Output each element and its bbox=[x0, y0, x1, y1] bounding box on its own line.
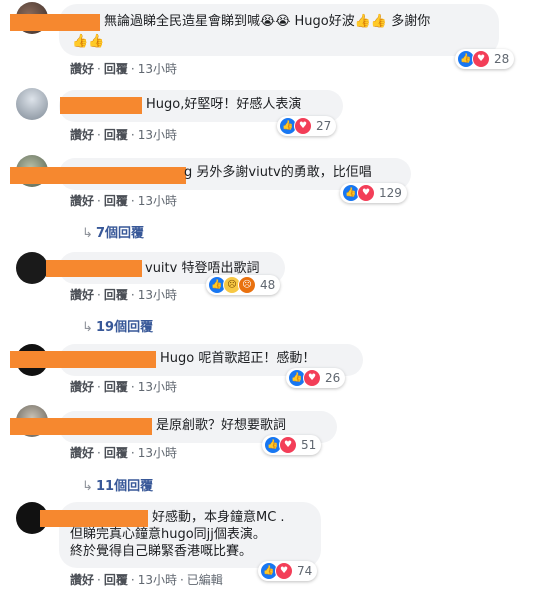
love-icon: ♥ bbox=[275, 562, 293, 580]
redacted-name bbox=[10, 14, 100, 31]
reaction-count: 51 bbox=[301, 438, 317, 452]
like-link[interactable]: 讚好 bbox=[70, 62, 94, 76]
comment-text: Hugo 呢首歌超正！感動！ bbox=[160, 351, 316, 366]
reaction-summary[interactable]: 👍 ♥ 28 bbox=[455, 49, 515, 69]
redacted-name bbox=[40, 510, 148, 527]
timestamp[interactable]: 13小時 bbox=[138, 288, 177, 302]
reaction-summary[interactable]: 👍 ♥ 26 bbox=[286, 368, 346, 388]
timestamp[interactable]: 13小時 bbox=[138, 380, 177, 394]
reaction-summary[interactable]: 👍 ♥ 27 bbox=[277, 116, 337, 136]
comment-actions: 讚好 · 回覆 · 13小時 bbox=[70, 446, 177, 460]
comment-text: 但睇完真心鐘意hugo同jj個表演。 bbox=[70, 527, 266, 542]
avatar[interactable] bbox=[16, 88, 48, 120]
reply-link[interactable]: 回覆 bbox=[104, 288, 128, 302]
like-link[interactable]: 讚好 bbox=[70, 194, 94, 208]
redacted-name bbox=[10, 351, 156, 368]
love-icon: ♥ bbox=[303, 369, 321, 387]
redacted-name bbox=[60, 97, 142, 114]
comment-actions: 讚好 · 回覆 · 13小時 bbox=[70, 128, 177, 142]
like-link[interactable]: 讚好 bbox=[70, 573, 94, 587]
timestamp[interactable]: 13小時 bbox=[138, 128, 177, 142]
comment-text: 好感動，本身鐘意MC . bbox=[152, 510, 285, 525]
reply-link[interactable]: 回覆 bbox=[104, 62, 128, 76]
reply-link[interactable]: 回覆 bbox=[104, 194, 128, 208]
timestamp[interactable]: 13小時 bbox=[138, 194, 177, 208]
like-link[interactable]: 讚好 bbox=[70, 446, 94, 460]
reply-link[interactable]: 回覆 bbox=[104, 380, 128, 394]
timestamp[interactable]: 13小時 bbox=[138, 62, 177, 76]
comment-actions: 讚好 · 回覆 · 13小時 bbox=[70, 380, 177, 394]
reply-link[interactable]: 回覆 bbox=[104, 446, 128, 460]
view-replies-link[interactable]: ↳ 7個回覆 bbox=[82, 222, 144, 241]
reaction-count: 129 bbox=[379, 186, 402, 200]
love-icon: ♥ bbox=[294, 117, 312, 135]
comment-actions: 讚好 · 回覆 · 13小時 bbox=[70, 288, 177, 302]
love-icon: ♥ bbox=[357, 184, 375, 202]
redacted-name bbox=[10, 418, 152, 435]
replies-count: 19個回覆 bbox=[96, 320, 154, 335]
like-link[interactable]: 讚好 bbox=[70, 288, 94, 302]
view-replies-link[interactable]: ↳ 11個回覆 bbox=[82, 475, 153, 494]
comment-actions: 讚好 · 回覆 · 13小時 bbox=[70, 194, 177, 208]
comment-actions: 讚好 · 回覆 · 13小時 bbox=[70, 62, 177, 76]
comment-text: g 另外多謝viutv的勇敢，比佢唱 bbox=[184, 165, 372, 180]
reply-link[interactable]: 回覆 bbox=[104, 128, 128, 142]
comment-text: 是原創歌？好想要歌詞 bbox=[156, 418, 287, 433]
comment-bubble bbox=[59, 4, 499, 56]
redacted-name bbox=[46, 260, 142, 277]
view-replies-link[interactable]: ↳ 19個回覆 bbox=[82, 316, 153, 335]
replies-count: 11個回覆 bbox=[96, 479, 154, 494]
comment-text: Hugo,好堅呀！好感人表演 bbox=[146, 97, 302, 112]
love-icon: ♥ bbox=[472, 50, 490, 68]
reaction-summary[interactable]: 👍 ♥ 129 bbox=[340, 183, 407, 203]
reaction-summary[interactable]: 👍 ☹ ☹ 48 bbox=[206, 275, 281, 295]
reply-link[interactable]: 回覆 bbox=[104, 573, 128, 587]
comment-text: 終於覺得自己睇緊香港嘅比賽。 bbox=[70, 544, 253, 559]
reaction-count: 48 bbox=[260, 278, 276, 292]
like-link[interactable]: 讚好 bbox=[70, 128, 94, 142]
reaction-count: 27 bbox=[316, 119, 332, 133]
love-icon: ♥ bbox=[279, 436, 297, 454]
edited-label[interactable]: 已編輯 bbox=[187, 573, 223, 587]
reaction-summary[interactable]: 👍 ♥ 74 bbox=[258, 561, 318, 581]
timestamp[interactable]: 13小時 bbox=[138, 573, 177, 587]
reaction-count: 28 bbox=[494, 52, 510, 66]
comment-text: 無論過睇全民造星會睇到喊😭😭 Hugo好波👍👍 多謝你 bbox=[104, 14, 431, 29]
avatar[interactable] bbox=[16, 252, 48, 284]
comment-actions: 讚好 · 回覆 · 13小時 · 已編輯 bbox=[70, 573, 223, 587]
replies-count: 7個回覆 bbox=[96, 226, 145, 241]
comment-text: 👍👍 bbox=[72, 34, 105, 49]
like-link[interactable]: 讚好 bbox=[70, 380, 94, 394]
timestamp[interactable]: 13小時 bbox=[138, 446, 177, 460]
reaction-count: 74 bbox=[297, 564, 313, 578]
redacted-name bbox=[10, 167, 186, 184]
reaction-summary[interactable]: 👍 ♥ 51 bbox=[262, 435, 322, 455]
reply-arrow-icon: ↳ bbox=[82, 479, 93, 494]
reaction-count: 26 bbox=[325, 371, 341, 385]
reply-arrow-icon: ↳ bbox=[82, 226, 93, 241]
reply-arrow-icon: ↳ bbox=[82, 320, 93, 335]
angry-icon: ☹ bbox=[238, 276, 256, 294]
